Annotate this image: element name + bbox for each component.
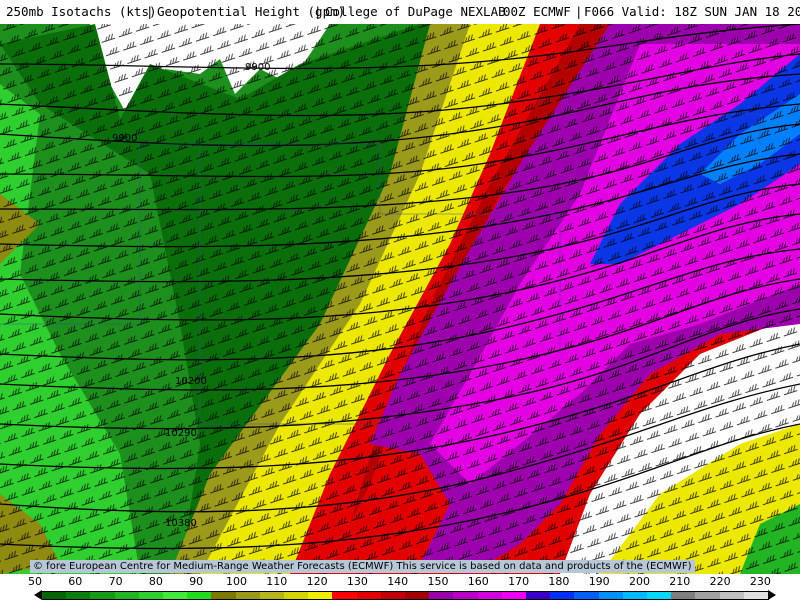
legend-label: 80 (148, 575, 163, 588)
legend-swatch (647, 591, 672, 600)
legend-swatch (332, 591, 358, 600)
wind-barbs (0, 24, 800, 574)
legend-swatch (405, 591, 430, 600)
legend-swatch (284, 591, 309, 600)
isotach-map: 9900 9900 10200 10290 10380 (0, 24, 800, 574)
color-legend: 50 60 70 80 90 100 110 120 130 140 150 160 170 180 190… (0, 574, 800, 600)
legend-label: 90 (189, 575, 204, 588)
legend-label: 150 (427, 575, 449, 588)
legend-label: 170 (508, 575, 530, 588)
legend-swatch (380, 591, 406, 600)
legend-swatch (66, 591, 92, 600)
legend-swatch (743, 591, 769, 600)
legend-swatch (114, 591, 140, 600)
valid-time: F066 Valid: 18Z SUN JAN 18 2026 (584, 4, 800, 19)
divider: | (575, 4, 583, 19)
legend-swatch (526, 591, 551, 600)
map-panel: 9900 9900 10200 10290 10380 (0, 24, 800, 574)
legend-swatch (477, 591, 503, 600)
legend-swatch (308, 591, 334, 600)
legend-swatch (163, 591, 188, 600)
divider: | (314, 4, 322, 19)
legend-label: 160 (467, 575, 489, 588)
contour-label: 9900 (245, 62, 270, 73)
legend-swatch (187, 591, 213, 600)
legend-arrow-right (768, 590, 776, 600)
legend-swatch (550, 591, 576, 600)
legend-label: 60 (68, 575, 83, 588)
legend-swatch (211, 591, 237, 600)
legend-label: 50 (28, 575, 42, 588)
legend-swatch (719, 591, 745, 600)
legend-swatch (453, 591, 479, 600)
legend-swatch (42, 591, 67, 600)
divider: | (146, 4, 154, 19)
legend-swatch (671, 591, 697, 600)
legend-swatch (90, 591, 116, 600)
legend-swatch (695, 591, 721, 600)
legend-label: 200 (629, 575, 650, 588)
legend-label: 190 (588, 575, 610, 588)
legend-swatch (138, 591, 164, 600)
header: 250mb Isotachs (kts) | Geopotential Heig… (0, 0, 800, 24)
model-label: 00Z ECMWF (503, 4, 571, 19)
legend-swatch (622, 591, 648, 600)
legend-label: 110 (266, 575, 288, 588)
ecmwf-credit: © fore European Centre for Medium-Range … (30, 560, 695, 573)
legend-swatch (235, 591, 261, 600)
legend-label: 180 (548, 575, 570, 588)
legend-swatch (356, 591, 382, 600)
contour-label: 10380 (165, 518, 197, 529)
contour-label: 9900 (112, 133, 137, 144)
legend-swatch (259, 591, 285, 600)
legend-label: 70 (108, 575, 123, 588)
title-isotachs: 250mb Isotachs (kts) (6, 4, 157, 19)
contour-label: 10200 (175, 376, 207, 387)
legend-label: 230 (749, 575, 771, 588)
legend-label: 210 (669, 575, 691, 588)
legend-label: 120 (306, 575, 328, 588)
legend-arrow-left (34, 590, 42, 600)
legend-label: 220 (709, 575, 731, 588)
legend-swatch (501, 591, 527, 600)
source-label: College of DuPage NEXLAB (325, 4, 506, 19)
legend-label: 140 (387, 575, 409, 588)
legend-swatch (574, 591, 600, 600)
legend-label: 100 (226, 575, 247, 588)
legend-swatch (429, 591, 455, 600)
legend-label: 130 (346, 575, 368, 588)
legend-swatch (598, 591, 624, 600)
contour-label: 10290 (165, 428, 197, 439)
